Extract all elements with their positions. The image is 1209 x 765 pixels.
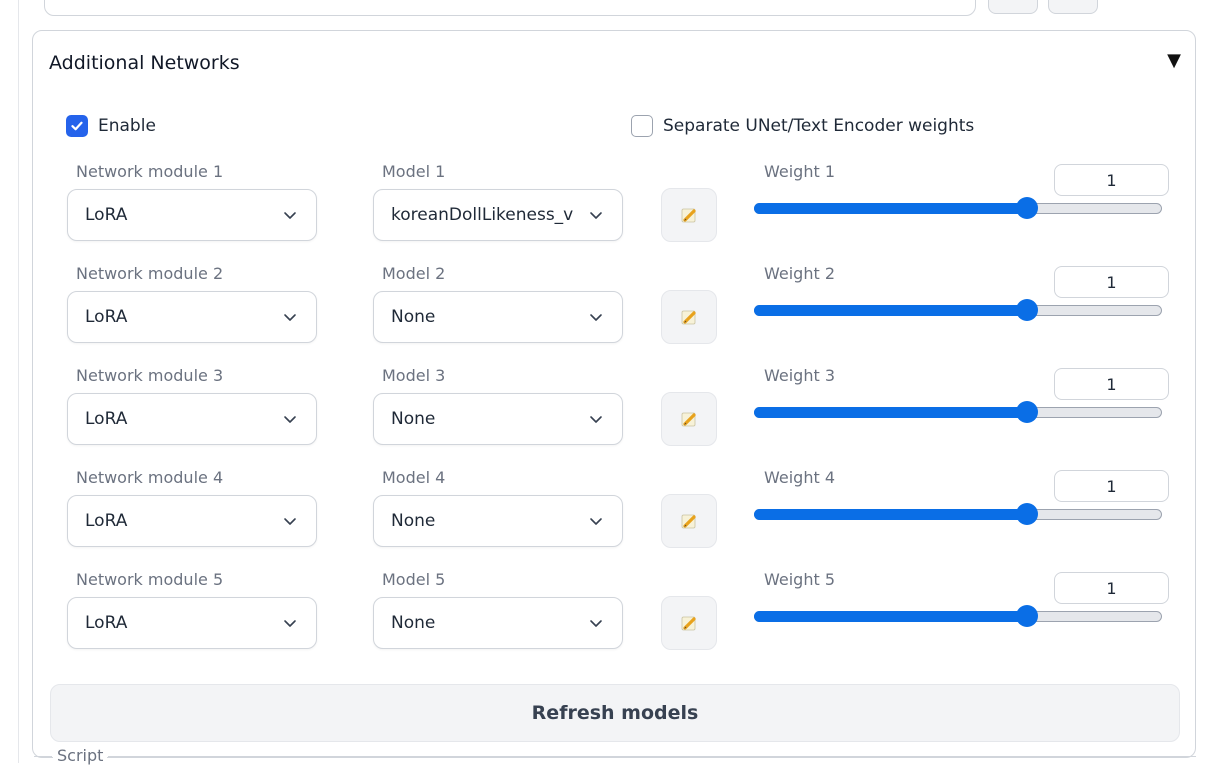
chevron-down-icon <box>284 620 296 627</box>
chevron-down-icon <box>284 212 296 219</box>
slider-thumb[interactable] <box>1016 503 1039 525</box>
slider-thumb[interactable] <box>1016 605 1039 627</box>
additional-networks-panel: Additional Networks ▼ Enable Separate UN… <box>32 30 1196 758</box>
weight-slider[interactable] <box>754 299 1162 321</box>
model-dropdown[interactable]: None <box>373 597 623 649</box>
top-text-input[interactable] <box>44 0 976 16</box>
weight-label: Weight 2 <box>764 264 836 283</box>
model-value: koreanDollLikeness_v <box>391 205 574 225</box>
weight-number-input[interactable]: 1 <box>1054 164 1169 196</box>
separate-weights-checkbox[interactable] <box>631 115 653 137</box>
script-divider-left <box>34 756 52 757</box>
chevron-down-icon <box>590 314 602 321</box>
network-module-value: LoRA <box>85 409 128 429</box>
weight-label: Weight 5 <box>764 570 836 589</box>
network-module-dropdown[interactable]: LoRA <box>67 291 317 343</box>
network-module-dropdown[interactable]: LoRA <box>67 393 317 445</box>
model-value: None <box>391 511 436 531</box>
slider-fill <box>754 509 1028 520</box>
script-divider-right <box>108 756 1196 757</box>
chevron-down-icon <box>590 416 602 423</box>
model-edit-button[interactable] <box>661 494 717 548</box>
network-module-value: LoRA <box>85 307 128 327</box>
slider-fill <box>754 611 1028 622</box>
slider-fill <box>754 203 1028 214</box>
model-edit-button[interactable] <box>661 290 717 344</box>
checkmark-icon <box>71 121 83 131</box>
weight-label: Weight 4 <box>764 468 836 487</box>
left-border-line <box>18 0 19 763</box>
model-edit-button[interactable] <box>661 596 717 650</box>
collapse-triangle-icon[interactable]: ▼ <box>1167 50 1181 71</box>
model-dropdown[interactable]: koreanDollLikeness_v <box>373 189 623 241</box>
network-module-label: Network module 4 <box>76 468 224 487</box>
top-toolbar-button-2[interactable] <box>1048 0 1098 14</box>
weight-slider[interactable] <box>754 503 1162 525</box>
weight-slider[interactable] <box>754 197 1162 219</box>
weight-slider[interactable] <box>754 401 1162 423</box>
network-module-dropdown[interactable]: LoRA <box>67 597 317 649</box>
network-module-value: LoRA <box>85 511 128 531</box>
chevron-down-icon <box>590 518 602 525</box>
slider-thumb[interactable] <box>1016 197 1039 219</box>
network-module-label: Network module 2 <box>76 264 224 283</box>
model-value: None <box>391 613 436 633</box>
network-module-label: Network module 1 <box>76 162 224 181</box>
separate-weights-checkbox-row[interactable]: Separate UNet/Text Encoder weights <box>631 115 974 137</box>
network-module-label: Network module 3 <box>76 366 224 385</box>
network-module-dropdown[interactable]: LoRA <box>67 189 317 241</box>
weight-label: Weight 3 <box>764 366 836 385</box>
model-label: Model 1 <box>382 162 446 181</box>
model-label: Model 3 <box>382 366 446 385</box>
edit-pencil-icon <box>681 208 696 223</box>
model-dropdown[interactable]: None <box>373 291 623 343</box>
chevron-down-icon <box>590 212 602 219</box>
weight-slider[interactable] <box>754 605 1162 627</box>
edit-pencil-icon <box>681 310 696 325</box>
chevron-down-icon <box>284 416 296 423</box>
enable-checkbox[interactable] <box>66 115 88 137</box>
script-section-label: Script <box>53 746 108 765</box>
model-value: None <box>391 409 436 429</box>
edit-pencil-icon <box>681 616 696 631</box>
slider-fill <box>754 305 1028 316</box>
enable-checkbox-row[interactable]: Enable <box>66 115 156 137</box>
model-label: Model 5 <box>382 570 446 589</box>
network-module-dropdown[interactable]: LoRA <box>67 495 317 547</box>
refresh-models-button[interactable]: Refresh models <box>50 684 1180 742</box>
weight-number-input[interactable]: 1 <box>1054 572 1169 604</box>
weight-number-input[interactable]: 1 <box>1054 470 1169 502</box>
slider-fill <box>754 407 1028 418</box>
chevron-down-icon <box>590 620 602 627</box>
edit-pencil-icon <box>681 514 696 529</box>
model-dropdown[interactable]: None <box>373 393 623 445</box>
chevron-down-icon <box>284 314 296 321</box>
weight-number-input[interactable]: 1 <box>1054 266 1169 298</box>
network-module-label: Network module 5 <box>76 570 224 589</box>
model-edit-button[interactable] <box>661 392 717 446</box>
weight-label: Weight 1 <box>764 162 836 181</box>
chevron-down-icon <box>284 518 296 525</box>
edit-pencil-icon <box>681 412 696 427</box>
network-module-value: LoRA <box>85 205 128 225</box>
top-toolbar-button-1[interactable] <box>988 0 1038 14</box>
model-label: Model 4 <box>382 468 446 487</box>
model-value: None <box>391 307 436 327</box>
network-module-value: LoRA <box>85 613 128 633</box>
model-label: Model 2 <box>382 264 446 283</box>
enable-label: Enable <box>98 116 156 136</box>
slider-thumb[interactable] <box>1016 299 1039 321</box>
slider-thumb[interactable] <box>1016 401 1039 423</box>
weight-number-input[interactable]: 1 <box>1054 368 1169 400</box>
model-dropdown[interactable]: None <box>373 495 623 547</box>
separate-weights-label: Separate UNet/Text Encoder weights <box>663 116 975 136</box>
panel-title: Additional Networks <box>49 52 240 74</box>
model-edit-button[interactable] <box>661 188 717 242</box>
